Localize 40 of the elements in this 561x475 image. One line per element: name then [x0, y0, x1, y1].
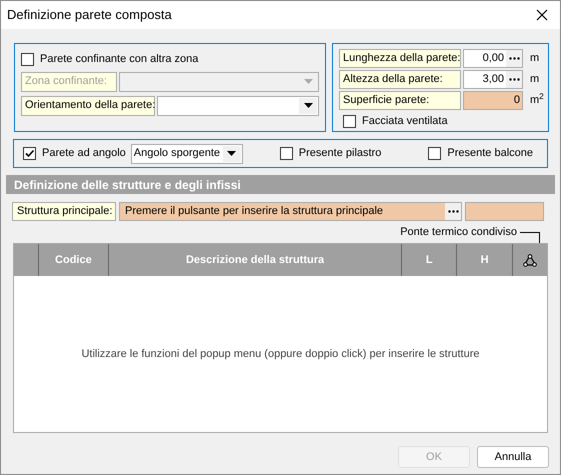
field-label: Orientamento della parete: [21, 96, 155, 116]
more-button[interactable] [506, 71, 522, 88]
unit-label: m [530, 51, 540, 66]
window-title: Definizione parete composta [7, 6, 172, 24]
checkbox-label: Parete ad angolo [42, 146, 126, 162]
checkbox[interactable] [23, 147, 36, 160]
checkbox-label: Presente balcone [447, 146, 533, 162]
dropdown[interactable]: Angolo sporgente [130, 144, 243, 164]
close-icon[interactable] [536, 9, 548, 21]
dropdown-caret-icon[interactable] [222, 146, 241, 162]
input-field[interactable]: Premere il pulsante per inserire la struttura principale [119, 202, 462, 221]
input-field[interactable] [465, 202, 544, 221]
ellipsis-icon [448, 210, 458, 213]
field-label: Superficie parete: [339, 91, 461, 110]
field-label: Lunghezza della parete: [339, 49, 461, 68]
ellipsis-icon [508, 57, 520, 60]
checkbox-label: Presente pilastro [298, 146, 382, 162]
field-label: Zona confinante: [21, 72, 117, 92]
checkbox-label: Facciata ventilata [362, 114, 448, 129]
empty-message: Utilizzare le funzioni del popup menu (oppure doppio click) per inserire le strutture [81, 346, 480, 362]
ellipsis-icon [508, 78, 520, 81]
input-field[interactable]: 3,00 [463, 70, 523, 89]
field-label: Struttura principale: [12, 202, 116, 221]
triangle-nodes-icon [523, 254, 538, 266]
checkbox[interactable] [21, 52, 34, 66]
checkbox-label: Parete confinante con altra zona [40, 52, 198, 67]
more-button[interactable] [445, 203, 461, 220]
input-field[interactable]: 0,00 [463, 49, 523, 68]
unit-label: m [530, 72, 540, 88]
input-field: 0 [463, 91, 523, 110]
unit-label: m$^{2}$ [530, 92, 544, 108]
checkbox[interactable] [428, 147, 442, 160]
more-button[interactable] [506, 50, 522, 67]
dialog-button[interactable]: Annulla [477, 446, 549, 468]
field-label: Altezza della parete: [339, 70, 461, 89]
checkbox[interactable] [343, 114, 356, 128]
ponte-label: Ponte termico condiviso [400, 225, 517, 240]
dropdown-caret-icon[interactable] [299, 98, 317, 114]
section-header: Definizione delle strutture e degli infissi [6, 175, 555, 194]
checkbox[interactable] [280, 147, 293, 160]
